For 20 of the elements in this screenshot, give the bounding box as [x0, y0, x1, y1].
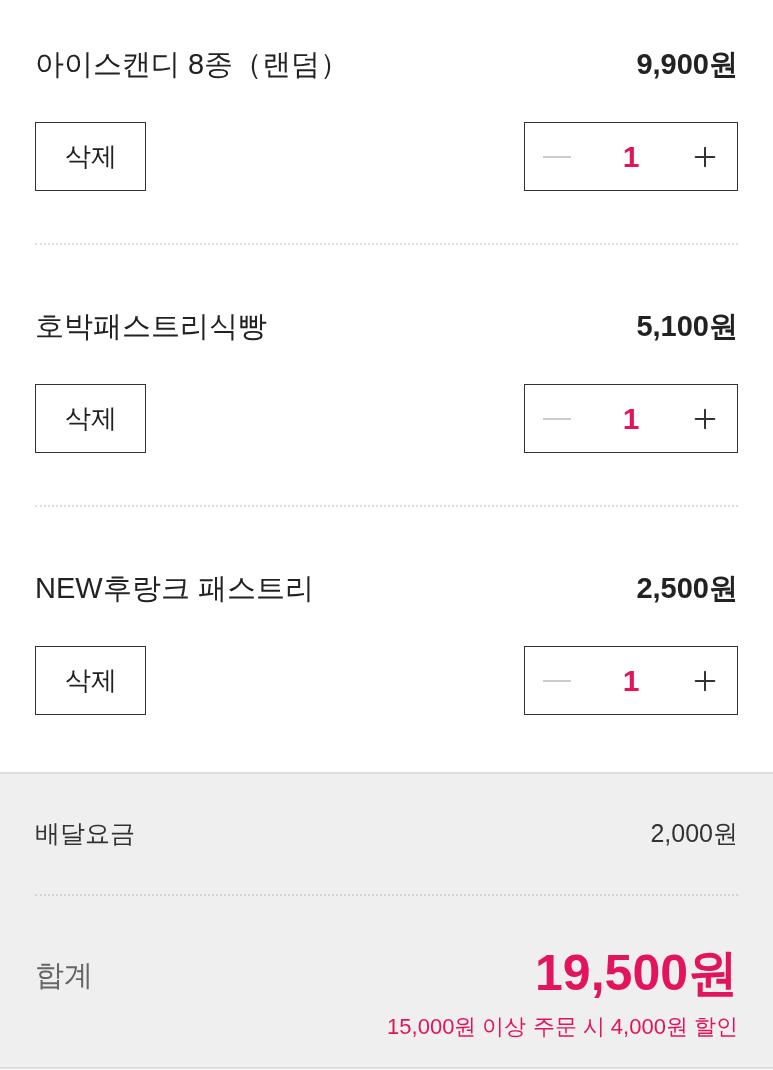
- delivery-label: 배달요금: [35, 818, 135, 850]
- quantity-value: 1: [622, 401, 640, 437]
- product-name: 아이스캔디 8종（랜덤）: [35, 47, 350, 83]
- delete-button[interactable]: 삭제: [35, 122, 146, 191]
- delete-button[interactable]: 삭제: [35, 384, 146, 453]
- product-name: 호박패스트리식빵: [35, 309, 267, 345]
- minus-icon: [543, 679, 571, 682]
- total-label: 합계: [35, 958, 93, 993]
- delete-button[interactable]: 삭제: [35, 646, 146, 715]
- quantity-value: 1: [622, 663, 640, 699]
- quantity-value: 1: [622, 139, 640, 175]
- product-price: 5,100원: [636, 309, 738, 345]
- minus-icon: [543, 155, 571, 158]
- product-price: 2,500원: [636, 571, 738, 607]
- product-price: 9,900원: [636, 47, 738, 83]
- minus-icon: [543, 417, 571, 420]
- delivery-fee: 2,000원: [650, 818, 738, 850]
- discount-note: 15,000원 이상 주문 시 4,000원 할인: [387, 1013, 738, 1041]
- total-amount: 19,500원: [535, 944, 738, 1002]
- product-name: NEW후랑크 패스트리: [35, 571, 314, 607]
